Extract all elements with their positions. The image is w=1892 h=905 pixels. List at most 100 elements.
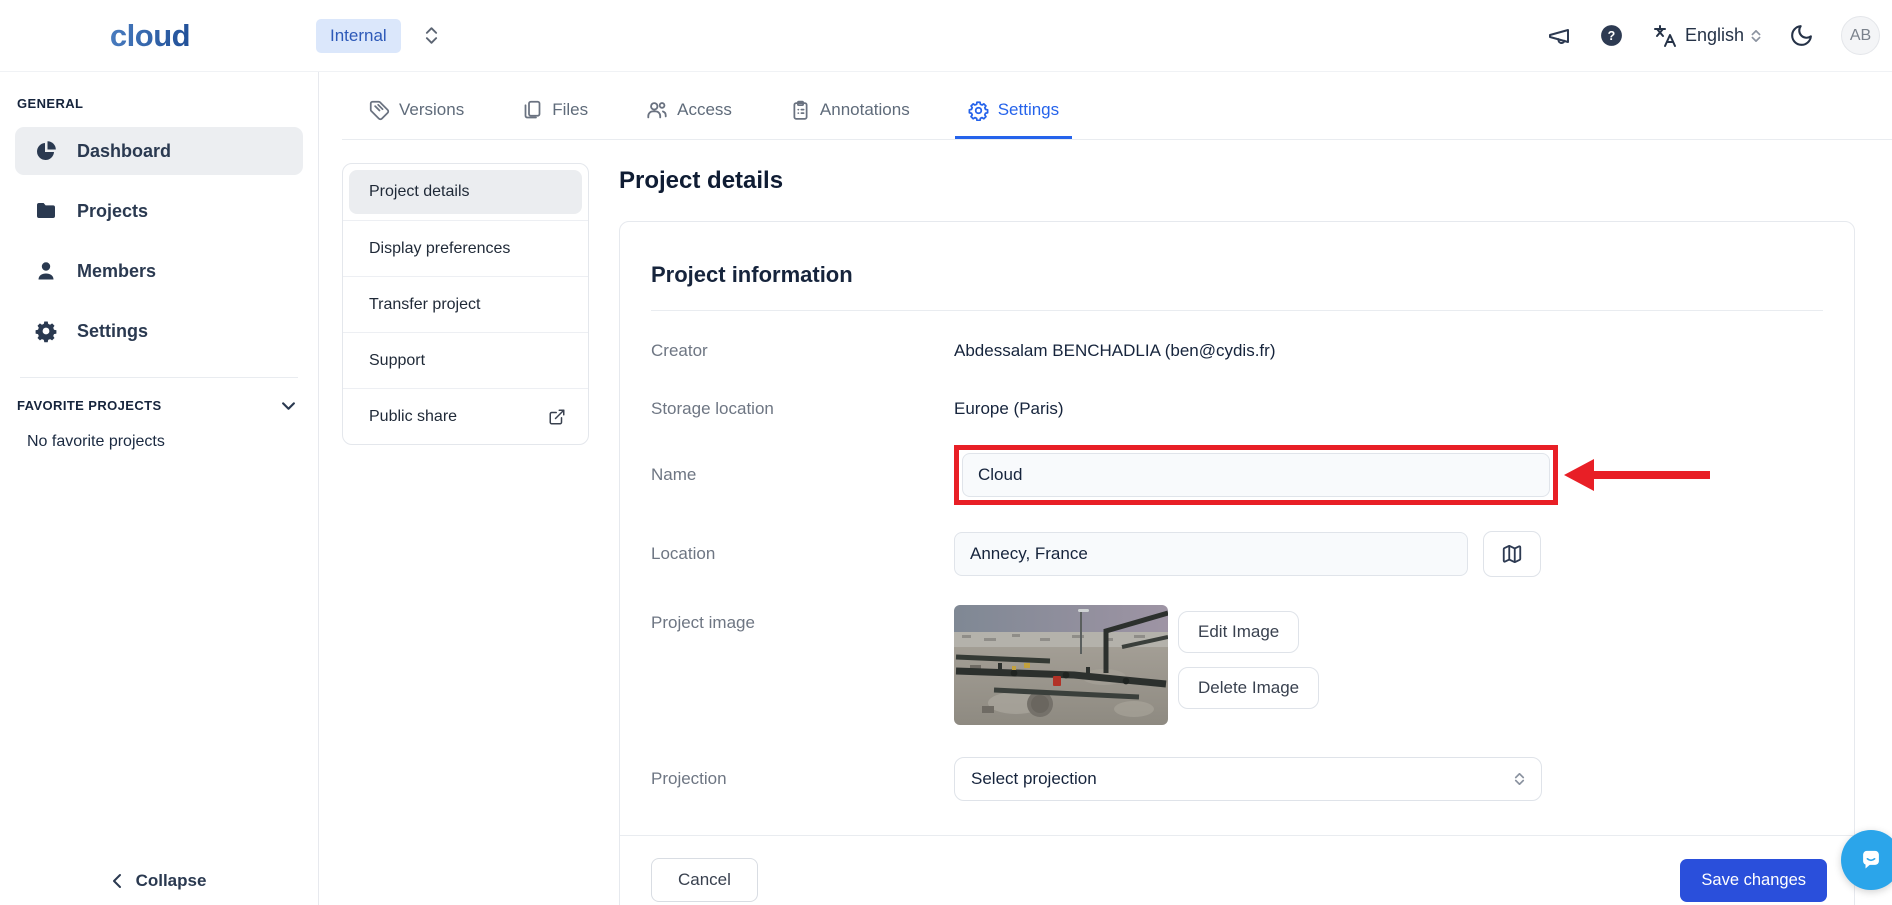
- subnav-label: Transfer project: [369, 296, 480, 314]
- pie-chart-icon: [34, 139, 58, 163]
- storage-location-value: Europe (Paris): [954, 399, 1064, 419]
- subnav-item-public-share[interactable]: Public share: [343, 388, 588, 444]
- language-label: English: [1685, 25, 1744, 46]
- settings-subnav: Project details Display preferences Tran…: [342, 163, 589, 445]
- tab-label: Versions: [399, 100, 464, 120]
- tab-label: Settings: [998, 100, 1059, 120]
- project-information-card: Project information Creator Abdessalam B…: [619, 221, 1855, 905]
- cancel-button[interactable]: Cancel: [651, 858, 758, 902]
- card-divider: [651, 310, 1823, 311]
- sidebar-nav: Dashboard Projects Members Settings: [0, 127, 318, 355]
- tab-label: Access: [677, 100, 732, 120]
- files-icon: [522, 100, 543, 121]
- app-logo[interactable]: cloud: [110, 18, 190, 54]
- subnav-item-display-preferences[interactable]: Display preferences: [343, 220, 588, 276]
- storage-location-row: Storage location Europe (Paris): [651, 399, 1823, 419]
- clipboard-icon: [790, 100, 811, 121]
- project-image-label: Project image: [651, 605, 954, 633]
- storage-location-label: Storage location: [651, 399, 954, 419]
- projection-select[interactable]: Select projection: [954, 757, 1542, 801]
- creator-value: Abdessalam BENCHADLIA (ben@cydis.fr): [954, 341, 1275, 361]
- location-input[interactable]: [954, 532, 1468, 576]
- megaphone-icon[interactable]: [1546, 23, 1572, 49]
- app-window: cloud Internal ? English: [0, 0, 1892, 905]
- chat-launcher-button[interactable]: [1841, 830, 1892, 890]
- tab-annotations[interactable]: Annotations: [777, 99, 923, 139]
- topbar: cloud Internal ? English: [0, 0, 1892, 72]
- sidebar-divider: [20, 377, 298, 378]
- tab-files[interactable]: Files: [509, 99, 601, 139]
- chevron-left-icon: [112, 873, 122, 889]
- settings-content: Project details Display preferences Tran…: [319, 140, 1892, 905]
- user-avatar[interactable]: AB: [1841, 16, 1880, 55]
- subnav-label: Display preferences: [369, 240, 510, 258]
- image-actions: Edit Image Delete Image: [1178, 605, 1319, 709]
- location-row: Location: [651, 531, 1823, 577]
- favorites-empty-text: No favorite projects: [0, 433, 318, 451]
- projection-label: Projection: [651, 769, 954, 789]
- annotation-red-box: [954, 445, 1558, 505]
- sidebar-item-dashboard[interactable]: Dashboard: [15, 127, 303, 175]
- sidebar-item-projects[interactable]: Projects: [15, 187, 303, 235]
- chat-bubble-icon: [1854, 843, 1888, 877]
- chevron-down-icon: [281, 401, 296, 410]
- name-row: Name: [651, 445, 1823, 505]
- tab-label: Files: [552, 100, 588, 120]
- topbar-actions: ? English AB: [1546, 16, 1892, 55]
- tabs-bar: Versions Files Access Annotations Settin…: [342, 72, 1892, 140]
- subnav-label: Support: [369, 352, 425, 370]
- favorite-projects-label: FAVORITE PROJECTS: [17, 398, 162, 413]
- tag-icon: [369, 100, 390, 121]
- save-changes-button[interactable]: Save changes: [1680, 859, 1827, 902]
- favorite-projects-header[interactable]: FAVORITE PROJECTS: [0, 398, 318, 413]
- sidebar: GENERAL Dashboard Projects Members Setti…: [0, 72, 319, 905]
- card-footer: Cancel Save changes: [620, 835, 1854, 905]
- logo-zone: cloud: [0, 18, 300, 54]
- annotation-highlight-wrap: [954, 445, 1558, 505]
- language-selector[interactable]: English: [1652, 23, 1761, 49]
- tab-settings[interactable]: Settings: [955, 99, 1072, 139]
- gear-icon: [968, 100, 989, 121]
- subnav-item-project-details[interactable]: Project details: [349, 170, 582, 214]
- project-image-thumbnail[interactable]: [954, 605, 1168, 725]
- page-title: Project details: [619, 167, 1855, 195]
- subnav-item-support[interactable]: Support: [343, 332, 588, 388]
- users-icon: [646, 99, 668, 121]
- open-map-button[interactable]: [1483, 531, 1541, 577]
- annotation-arrow: [1564, 457, 1716, 493]
- tab-versions[interactable]: Versions: [356, 99, 477, 139]
- sidebar-item-label: Members: [77, 261, 156, 282]
- sidebar-item-label: Dashboard: [77, 141, 171, 162]
- projection-select-value: Select projection: [971, 769, 1097, 789]
- moon-icon[interactable]: [1788, 23, 1814, 49]
- workspace-switcher-icon[interactable]: [425, 27, 438, 44]
- translate-icon: [1652, 23, 1678, 49]
- location-label: Location: [651, 544, 954, 564]
- collapse-button[interactable]: Collapse: [0, 871, 318, 891]
- edit-image-button[interactable]: Edit Image: [1178, 611, 1299, 653]
- name-label: Name: [651, 465, 954, 485]
- select-caret-icon: [1514, 773, 1525, 785]
- main-area: Versions Files Access Annotations Settin…: [319, 72, 1892, 905]
- person-icon: [34, 259, 58, 283]
- language-caret-icon: [1751, 30, 1761, 42]
- svg-text:?: ?: [1608, 29, 1616, 43]
- sidebar-item-members[interactable]: Members: [15, 247, 303, 295]
- gear-icon: [34, 319, 58, 343]
- subnav-label: Project details: [369, 183, 470, 201]
- sidebar-item-label: Projects: [77, 201, 148, 222]
- name-input[interactable]: [962, 453, 1550, 497]
- project-image-row: Project image: [651, 605, 1823, 725]
- tab-label: Annotations: [820, 100, 910, 120]
- map-icon: [1501, 543, 1523, 565]
- subnav-label: Public share: [369, 408, 457, 426]
- help-icon[interactable]: ?: [1599, 23, 1625, 49]
- form-column: Project details Project information Crea…: [619, 163, 1855, 905]
- sidebar-item-label: Settings: [77, 321, 148, 342]
- subnav-item-transfer-project[interactable]: Transfer project: [343, 276, 588, 332]
- workspace-badge[interactable]: Internal: [316, 19, 401, 53]
- tab-access[interactable]: Access: [633, 99, 745, 139]
- sidebar-item-settings[interactable]: Settings: [15, 307, 303, 355]
- card-title: Project information: [651, 262, 1823, 288]
- delete-image-button[interactable]: Delete Image: [1178, 667, 1319, 709]
